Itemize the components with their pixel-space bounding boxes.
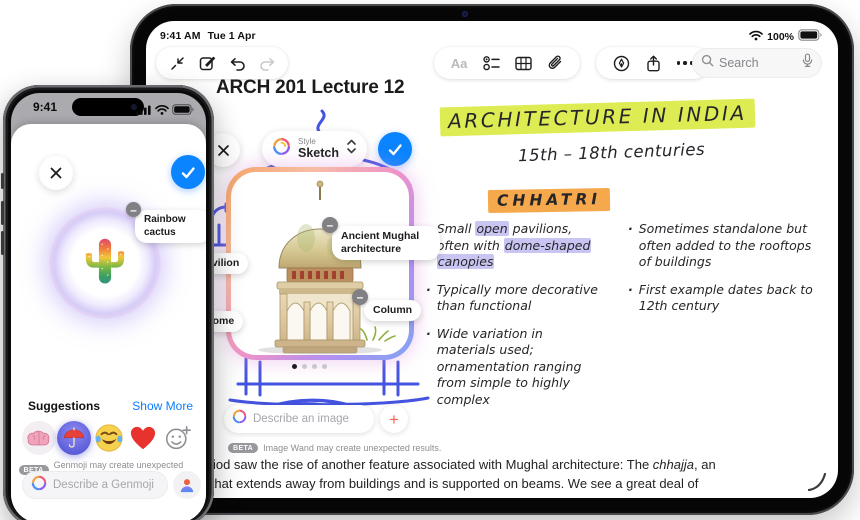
toolbar-left-group — [156, 47, 288, 79]
image-variant-dots[interactable] — [292, 364, 327, 369]
image-wand-accept-button[interactable] — [378, 132, 412, 166]
note-bullet: · First example dates back to 12th centur… — [628, 281, 813, 314]
dictation-mic-icon[interactable] — [802, 53, 813, 73]
remove-tag-ancient-mughal-button[interactable]: – — [322, 217, 338, 233]
chevron-up-down-icon — [346, 139, 357, 159]
remove-genmoji-tag-button[interactable]: – — [126, 202, 141, 217]
iphone-genmoji-sheet: 9:41 – Rainbow cactus Suggestions Show M… — [11, 93, 206, 520]
ipad-status-date: Tue 1 Apr — [207, 30, 256, 42]
wifi-icon — [154, 102, 169, 120]
image-wand-prompt-field[interactable]: Describe an image — [224, 405, 374, 433]
image-wand-prompt-placeholder: Describe an image — [253, 413, 349, 425]
markup-pen-icon[interactable] — [606, 47, 636, 79]
tag-ancient-mughal-architecture[interactable]: Ancient Mughal architecture — [332, 226, 440, 261]
cellular-signal-icon — [136, 102, 151, 120]
ipad-notes-app: 9:41 AM Tue 1 Apr 100% Aa Search ARCH 20… — [146, 21, 838, 498]
style-value: Sketch — [298, 145, 339, 160]
apple-intelligence-icon — [272, 137, 291, 161]
face-with-tears-of-joy-emoji[interactable] — [92, 421, 126, 455]
compose-icon[interactable] — [192, 47, 222, 79]
iphone-status-icons — [136, 102, 194, 120]
notes-column-right: · Sometimes standalone but often added to… — [628, 221, 826, 326]
italic-term: chhajja — [652, 457, 694, 472]
note-bullet: ·Small open pavilions, often with dome-s… — [426, 221, 592, 269]
action-button — [1, 173, 4, 189]
image-wand-beta-note: BETA Image Wand may create unexpected re… — [228, 443, 441, 453]
notes-heading: ARCHITECTURE IN INDIA — [439, 98, 756, 137]
share-icon[interactable] — [638, 47, 668, 79]
notes-column-left: ·Small open pavilions, often with dome-s… — [426, 221, 598, 419]
suggestions-label: Suggestions — [28, 399, 101, 413]
add-image-button[interactable]: + — [380, 405, 408, 433]
note-title: ARCH 201 Lecture 12 — [216, 77, 405, 98]
battery-icon — [798, 29, 822, 44]
volume-up-button — [1, 201, 4, 225]
genmoji-close-button[interactable] — [39, 156, 73, 190]
chhatri-pavilion-image — [258, 180, 396, 355]
ipad-status-bar-right: 100% — [749, 29, 822, 44]
genmoji-accept-button[interactable] — [171, 155, 205, 189]
rainbow-cactus-emoji — [85, 238, 125, 284]
volume-down-button — [1, 231, 4, 255]
format-text-button[interactable]: Aa — [444, 47, 474, 79]
ipad-front-camera — [462, 11, 468, 17]
dynamic-island — [72, 98, 144, 116]
ipad-battery-percent: 100% — [767, 30, 794, 43]
undo-icon[interactable] — [222, 47, 252, 79]
redo-icon — [252, 47, 282, 79]
notes-section-heading: CHHATRI — [487, 187, 611, 214]
generated-image-card[interactable] — [226, 167, 414, 360]
suggestion-row — [22, 421, 195, 455]
genmoji-prompt-field[interactable]: Describe a Genmoji — [22, 471, 168, 499]
beta-text: Image Wand may create unexpected results… — [263, 443, 442, 453]
apple-intelligence-icon — [31, 475, 47, 496]
show-more-link[interactable]: Show More — [132, 399, 193, 413]
attachment-icon[interactable] — [540, 47, 570, 79]
ipad-status-time: 9:41 AM — [160, 30, 201, 42]
genmoji-prompt-placeholder: Describe a Genmoji — [53, 479, 154, 491]
iphone-status-time: 9:41 — [33, 100, 58, 114]
note-bullet: · Wide variation in materials used; ornam… — [426, 325, 582, 407]
table-icon[interactable] — [508, 47, 538, 79]
notes-subheading: 15th – 18th centuries — [517, 139, 706, 166]
apple-intelligence-icon — [232, 409, 247, 429]
page-curl-mark — [808, 472, 827, 492]
style-selector[interactable]: Style Sketch — [262, 131, 367, 167]
new-genmoji-icon[interactable] — [161, 421, 195, 455]
iphone-device: 9:41 – Rainbow cactus Suggestions Show M… — [1, 85, 214, 520]
checklist-icon[interactable] — [476, 47, 506, 79]
search-placeholder: Search — [719, 56, 759, 70]
people-genmoji-button[interactable] — [173, 471, 201, 499]
wifi-icon — [749, 30, 763, 44]
note-bullet: · Sometimes standalone but often added to… — [628, 221, 812, 269]
brain-emoji[interactable] — [22, 421, 56, 455]
umbrella-emoji[interactable] — [56, 421, 91, 455]
red-heart-emoji[interactable] — [126, 421, 160, 455]
beta-badge: BETA — [228, 443, 259, 453]
collapse-note-icon[interactable] — [162, 47, 192, 79]
genmoji-tag[interactable]: Rainbow cactus — [135, 210, 206, 243]
toolbar-format-group: Aa — [434, 47, 580, 79]
search-icon — [701, 54, 714, 72]
note-body-paragraph: This period saw the rise of another feat… — [166, 457, 716, 491]
ipad-device: 9:41 AM Tue 1 Apr 100% Aa Search ARCH 20… — [130, 4, 854, 515]
remove-tag-column-button[interactable]: – — [352, 289, 368, 305]
tag-column[interactable]: Column — [364, 300, 422, 322]
battery-icon — [172, 102, 194, 120]
note-bullet: · Typically more decorative than function… — [426, 281, 598, 314]
genmoji-sheet: – Rainbow cactus Suggestions Show More B… — [11, 124, 206, 520]
ipad-status-bar-left: 9:41 AM Tue 1 Apr — [160, 30, 263, 42]
screenshot-canvas: 9:41 AM Tue 1 Apr 100% Aa Search ARCH 20… — [0, 0, 860, 520]
search-field[interactable]: Search — [692, 48, 822, 78]
